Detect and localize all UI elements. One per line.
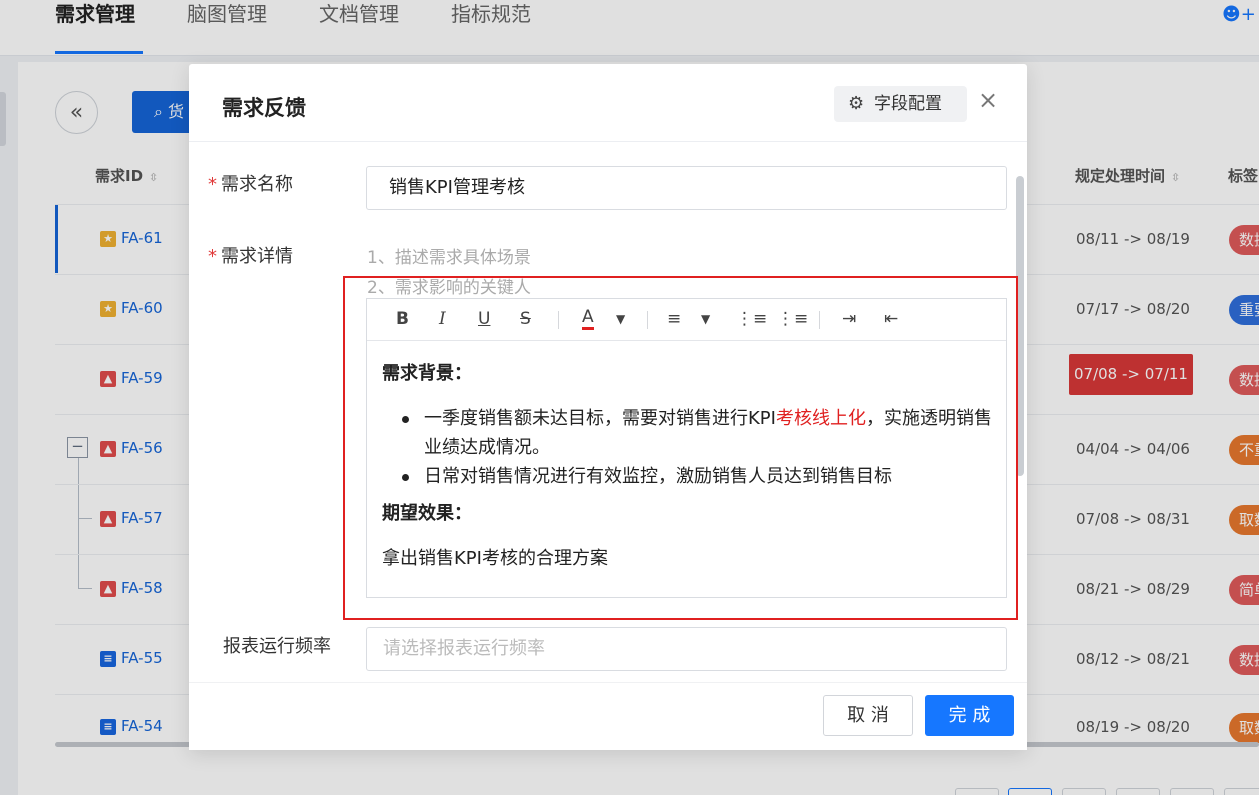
required-marker: * bbox=[208, 246, 217, 267]
detail-hint-1: 1、描述需求具体场景 bbox=[367, 248, 531, 268]
detail-label-text: 需求详情 bbox=[221, 246, 293, 267]
vertical-scrollbar[interactable] bbox=[1016, 176, 1024, 476]
highlighted-text: 考核线上化 bbox=[775, 408, 866, 429]
requirement-feedback-dialog: 需求反馈 ⚙ 字段配置 × * 需求名称 销售KPI管理考核 * 需求详情 1、描述… bbox=[189, 64, 1027, 750]
frequency-field-label: 报表运行频率 bbox=[223, 636, 331, 657]
detail-field-label: * 需求详情 bbox=[208, 242, 293, 268]
list-item: 日常对销售情况进行有效监控，激励销售人员达到销售目标 bbox=[382, 462, 1002, 491]
toolbar-separator bbox=[819, 311, 820, 329]
name-field-label: * 需求名称 bbox=[208, 170, 293, 196]
toolbar-separator bbox=[647, 311, 648, 329]
requirement-name-input[interactable]: 销售KPI管理考核 bbox=[366, 166, 1007, 210]
frequency-select[interactable]: 请选择报表运行频率 bbox=[366, 627, 1007, 671]
field-config-button[interactable]: ⚙ 字段配置 bbox=[834, 86, 967, 122]
expectation-heading: 期望效果： bbox=[382, 503, 472, 524]
chevron-down-icon[interactable]: ▼ bbox=[701, 308, 710, 330]
header-divider bbox=[189, 141, 1027, 142]
underline-icon[interactable]: U bbox=[478, 308, 490, 330]
background-heading: 需求背景： bbox=[382, 363, 472, 384]
field-config-label: 字段配置 bbox=[874, 94, 942, 114]
required-marker: * bbox=[208, 174, 217, 195]
rich-text-editor[interactable]: B I U S A ▼ ≡ ▼ ⋮≡ ⋮≡ ⇥ ⇤ 需求背景： 一季度销售额未达… bbox=[366, 298, 1007, 598]
name-label-text: 需求名称 bbox=[221, 174, 293, 195]
strikethrough-icon[interactable]: S bbox=[520, 308, 531, 330]
editor-content[interactable]: 需求背景： 一季度销售额未达目标，需要对销售进行KPI考核线上化，实施透明销售业… bbox=[382, 359, 1002, 573]
toolbar-separator bbox=[558, 311, 559, 329]
dialog-footer: 取 消 完 成 bbox=[189, 682, 1027, 750]
detail-hint-2: 2、需求影响的关键人 bbox=[367, 278, 531, 298]
editor-toolbar: B I U S A ▼ ≡ ▼ ⋮≡ ⋮≡ ⇥ ⇤ bbox=[367, 299, 1006, 341]
list-item: 一季度销售额未达目标，需要对销售进行KPI考核线上化，实施透明销售业绩达成情况。 bbox=[382, 404, 1002, 462]
cancel-button[interactable]: 取 消 bbox=[823, 695, 913, 736]
background-list: 一季度销售额未达目标，需要对销售进行KPI考核线上化，实施透明销售业绩达成情况。… bbox=[382, 404, 1002, 491]
bold-icon[interactable]: B bbox=[396, 308, 409, 330]
dialog-title: 需求反馈 bbox=[222, 96, 306, 120]
outdent-icon[interactable]: ⇤ bbox=[884, 308, 898, 330]
bullet-list-icon[interactable]: ⋮≡ bbox=[736, 308, 767, 330]
indent-icon[interactable]: ⇥ bbox=[842, 308, 856, 330]
chevron-down-icon[interactable]: ▼ bbox=[616, 308, 625, 330]
italic-icon[interactable]: I bbox=[439, 308, 446, 330]
gear-icon: ⚙ bbox=[848, 93, 865, 114]
font-color-icon[interactable]: A bbox=[582, 308, 594, 330]
confirm-button[interactable]: 完 成 bbox=[925, 695, 1014, 736]
expectation-paragraph: 拿出销售KPI考核的合理方案 bbox=[382, 548, 608, 569]
numbered-list-icon[interactable]: ⋮≡ bbox=[777, 308, 808, 330]
close-icon[interactable]: × bbox=[978, 86, 998, 114]
bullet-text: 一季度销售额未达目标，需要对销售进行KPI bbox=[424, 408, 776, 429]
align-left-icon[interactable]: ≡ bbox=[667, 308, 681, 330]
